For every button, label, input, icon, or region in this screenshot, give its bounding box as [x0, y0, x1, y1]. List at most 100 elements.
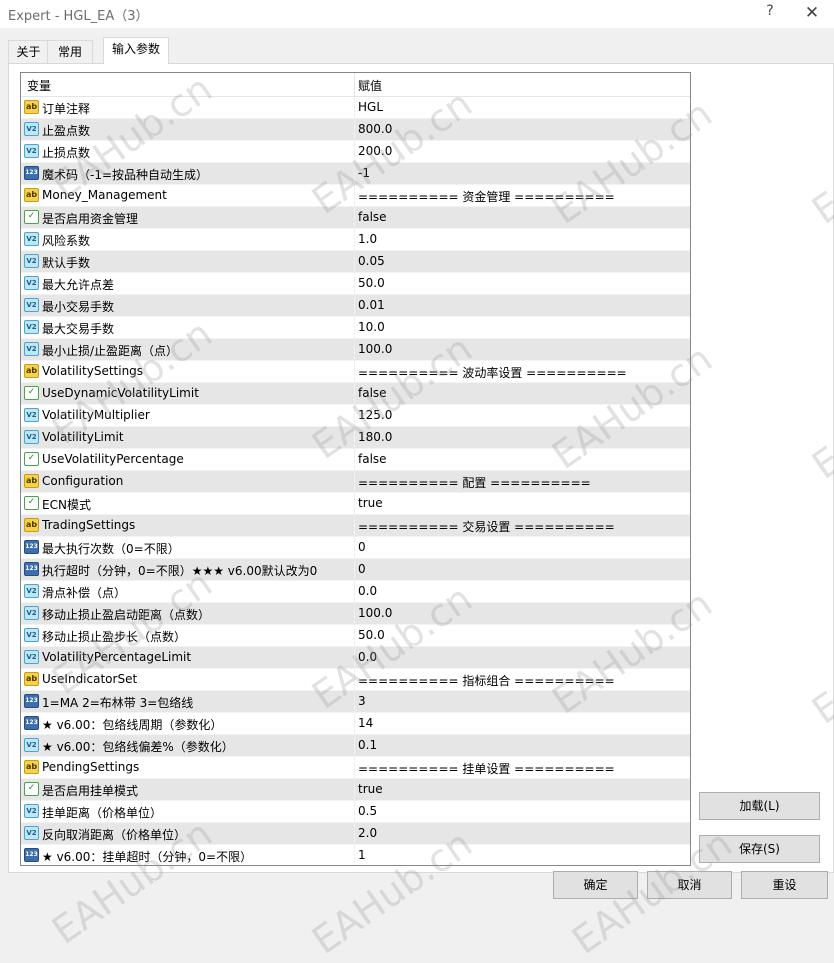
parameter-value[interactable]: 14	[358, 716, 373, 730]
parameter-value[interactable]: false	[358, 452, 387, 466]
parameter-value[interactable]: false	[358, 386, 387, 400]
parameter-row[interactable]: ✓ 是否启用资金管理 false	[21, 207, 690, 229]
parameter-row[interactable]: ab Configuration ========== 配置 ==========	[21, 471, 690, 493]
parameter-value[interactable]: 2.0	[358, 826, 377, 840]
parameter-row[interactable]: ✓ ECN模式 true	[21, 493, 690, 515]
parameter-name: 止损点数	[42, 146, 91, 160]
parameter-name: VolatilityLimit	[42, 430, 124, 444]
parameter-row[interactable]: 123 ★ v6.00：包络线周期（参数化） 14	[21, 713, 690, 735]
parameter-value[interactable]: 0.1	[358, 738, 377, 752]
parameter-row[interactable]: 123 最大执行次数（0=不限） 0	[21, 537, 690, 559]
parameter-value[interactable]: 800.0	[358, 122, 392, 136]
parameter-row[interactable]: V2 滑点补偿（点） 0.0	[21, 581, 690, 603]
parameter-row[interactable]: V2 VolatilityLimit 180.0	[21, 427, 690, 449]
help-icon[interactable]: ?	[762, 3, 778, 19]
parameter-row[interactable]: 123 魔术码（-1=按品种自动生成） -1	[21, 163, 690, 185]
window-title: Expert - HGL_EA（3）	[8, 9, 149, 24]
parameter-value[interactable]: 180.0	[358, 430, 392, 444]
parameter-value[interactable]: HGL	[358, 100, 383, 114]
parameter-row[interactable]: V2 止损点数 200.0	[21, 141, 690, 163]
parameter-row[interactable]: V2 最大允许点差 50.0	[21, 273, 690, 295]
parameter-value[interactable]: ========== 交易设置 ==========	[358, 518, 615, 535]
parameter-row[interactable]: ✓ 是否启用挂单模式 true	[21, 779, 690, 801]
parameter-name: 执行超时（分钟，0=不限）★★★ v6.00默认改为0	[42, 564, 318, 578]
ok-button[interactable]: 确定	[553, 871, 638, 899]
parameter-value[interactable]: true	[358, 782, 383, 796]
tab-inputs[interactable]: 输入参数	[103, 37, 169, 64]
parameter-row[interactable]: V2 最小交易手数 0.01	[21, 295, 690, 317]
column-divider[interactable]	[354, 73, 355, 96]
parameter-value[interactable]: 200.0	[358, 144, 392, 158]
parameter-row[interactable]: ab Money_Management ========== 资金管理 ======…	[21, 185, 690, 207]
parameter-value[interactable]: 100.0	[358, 606, 392, 620]
parameter-value[interactable]: 125.0	[358, 408, 392, 422]
parameter-value[interactable]: 0	[358, 540, 366, 554]
parameter-row[interactable]: V2 挂单距离（价格单位） 0.5	[21, 801, 690, 823]
parameter-value[interactable]: -1	[358, 166, 370, 180]
parameter-row[interactable]: V2 最小止损/止盈距离（点） 100.0	[21, 339, 690, 361]
parameter-row[interactable]: 123 执行超时（分钟，0=不限）★★★ v6.00默认改为0 0	[21, 559, 690, 581]
parameter-value[interactable]: ========== 波动率设置 ==========	[358, 364, 627, 381]
parameter-value[interactable]: true	[358, 496, 383, 510]
load-button[interactable]: 加载(L)	[699, 792, 820, 820]
parameter-value[interactable]: 0.0	[358, 650, 377, 664]
parameter-row[interactable]: ab UseIndicatorSet ========== 指标组合 =======…	[21, 669, 690, 691]
parameter-value[interactable]: false	[358, 210, 387, 224]
type-ab-icon: ab	[24, 100, 39, 114]
parameter-value[interactable]: ========== 配置 ==========	[358, 474, 591, 491]
parameter-value[interactable]: ========== 挂单设置 ==========	[358, 760, 615, 777]
close-icon[interactable]: ✕	[800, 1, 824, 25]
parameter-value[interactable]: 0.5	[358, 804, 377, 818]
parameters-grid[interactable]: 变量 赋值 ab 订单注释 HGL V2 止盈点数 800.0 V2 止损点数 200.0 123…	[20, 72, 691, 866]
parameter-row[interactable]: V2 移动止损止盈启动距离（点数） 100.0	[21, 603, 690, 625]
parameter-value[interactable]: 100.0	[358, 342, 392, 356]
type-v2-icon: V2	[24, 342, 39, 356]
parameter-name: 最小交易手数	[42, 300, 115, 314]
tab-common[interactable]: 常用	[47, 40, 93, 63]
parameter-name: 最大交易手数	[42, 322, 115, 336]
parameter-row[interactable]: V2 反向取消距离（价格单位） 2.0	[21, 823, 690, 845]
parameter-row[interactable]: ✓ UseVolatilityPercentage false	[21, 449, 690, 471]
cancel-button[interactable]: 取消	[647, 871, 732, 899]
parameter-row[interactable]: ab 订单注释 HGL	[21, 97, 690, 119]
parameter-value[interactable]: ========== 资金管理 ==========	[358, 188, 615, 205]
type-ab-icon: ab	[24, 760, 39, 774]
type-ab-icon: ab	[24, 364, 39, 378]
parameter-value[interactable]: 0.01	[358, 298, 385, 312]
parameter-row[interactable]: V2 默认手数 0.05	[21, 251, 690, 273]
parameter-value[interactable]: 50.0	[358, 276, 385, 290]
tab-about[interactable]: 关于	[8, 40, 49, 63]
parameter-value[interactable]: 50.0	[358, 628, 385, 642]
parameter-value[interactable]: 1	[358, 848, 366, 862]
type-v2-icon: V2	[24, 606, 39, 620]
parameter-row[interactable]: V2 VolatilityPercentageLimit 0.0	[21, 647, 690, 669]
reset-button[interactable]: 重设	[741, 871, 828, 899]
save-button[interactable]: 保存(S)	[699, 835, 820, 863]
column-header-variable[interactable]: 变量	[27, 77, 51, 94]
parameter-row[interactable]: V2 最大交易手数 10.0	[21, 317, 690, 339]
parameter-row[interactable]: ab PendingSettings ========== 挂单设置 =======…	[21, 757, 690, 779]
parameter-row[interactable]: ✓ UseDynamicVolatilityLimit false	[21, 383, 690, 405]
parameter-value[interactable]: 0.05	[358, 254, 385, 268]
parameter-row[interactable]: ab TradingSettings ========== 交易设置 =======…	[21, 515, 690, 537]
parameter-row[interactable]: V2 风险系数 1.0	[21, 229, 690, 251]
parameter-row[interactable]: V2 移动止损止盈步长（点数） 50.0	[21, 625, 690, 647]
parameter-row[interactable]: 123 ★ v6.00：挂单超时（分钟，0=不限） 1	[21, 845, 690, 865]
parameter-name: UseVolatilityPercentage	[42, 452, 184, 466]
parameter-value[interactable]: ========== 指标组合 ==========	[358, 672, 615, 689]
parameter-row[interactable]: V2 ★ v6.00：包络线偏差%（参数化） 0.1	[21, 735, 690, 757]
parameter-value[interactable]: 10.0	[358, 320, 385, 334]
parameter-row[interactable]: 123 1=MA 2=布林带 3=包络线 3	[21, 691, 690, 713]
column-header-value[interactable]: 赋值	[358, 77, 382, 94]
parameter-value[interactable]: 3	[358, 694, 366, 708]
parameter-row[interactable]: ab VolatilitySettings ========== 波动率设置 ===…	[21, 361, 690, 383]
parameter-value[interactable]: 0.0	[358, 584, 377, 598]
parameter-row[interactable]: V2 止盈点数 800.0	[21, 119, 690, 141]
parameter-row[interactable]: V2 VolatilityMultiplier 125.0	[21, 405, 690, 427]
parameter-name: 滑点补偿（点）	[42, 586, 127, 600]
parameter-value[interactable]: 1.0	[358, 232, 377, 246]
parameter-name: 最大允许点差	[42, 278, 115, 292]
parameter-name: 移动止损止盈步长（点数）	[42, 630, 187, 644]
parameter-name: 是否启用资金管理	[42, 212, 139, 226]
parameter-value[interactable]: 0	[358, 562, 366, 576]
